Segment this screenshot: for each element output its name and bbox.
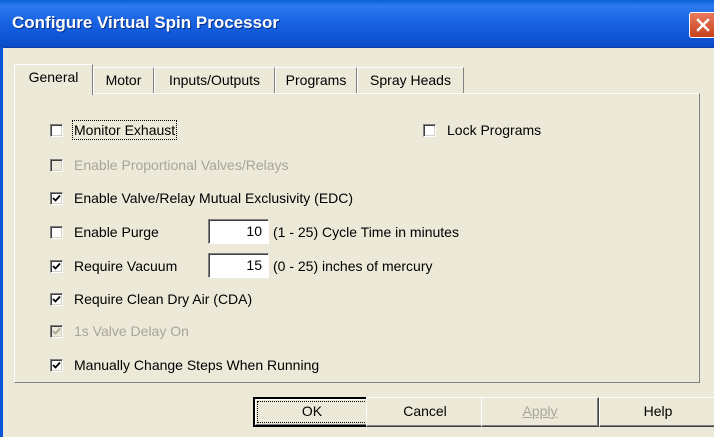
monitor-exhaust-checkbox[interactable]	[50, 123, 63, 137]
apply-button: Apply	[481, 397, 599, 427]
cancel-button[interactable]: Cancel	[366, 397, 484, 427]
lock-programs-checkbox[interactable]	[423, 123, 436, 137]
require-cda-checkbox[interactable]	[50, 292, 63, 306]
mutual-exclusivity-checkbox[interactable]	[50, 191, 63, 205]
checkmark-icon	[52, 262, 61, 270]
window-frame	[0, 47, 3, 437]
mutual-exclusivity-option[interactable]: Enable Valve/Relay Mutual Exclusivity (E…	[50, 189, 353, 207]
lock-programs-option[interactable]: Lock Programs	[423, 121, 541, 139]
mutual-exclusivity-label: Enable Valve/Relay Mutual Exclusivity (E…	[74, 190, 354, 206]
tab-programs[interactable]: Programs	[275, 67, 357, 93]
vacuum-level-hint: (0 - 25) inches of mercury	[273, 258, 433, 274]
monitor-exhaust-label: Monitor Exhaust	[71, 120, 178, 140]
tab-spray-heads[interactable]: Spray Heads	[357, 67, 464, 93]
help-button[interactable]: Help	[599, 397, 714, 427]
purge-cycle-time-hint: (1 - 25) Cycle Time in minutes	[273, 224, 459, 240]
enable-purge-checkbox[interactable]	[50, 225, 63, 239]
require-cda-label: Require Clean Dry Air (CDA)	[74, 291, 253, 307]
checkmark-icon	[52, 194, 61, 202]
ok-button[interactable]: OK	[253, 397, 371, 427]
checkmark-icon	[52, 361, 61, 369]
lock-programs-label: Lock Programs	[447, 122, 542, 138]
checkmark-icon	[52, 327, 61, 335]
close-button[interactable]	[689, 12, 714, 38]
purge-cycle-time-input[interactable]: 10	[208, 219, 269, 244]
enable-purge-option[interactable]: Enable Purge	[50, 223, 159, 241]
require-vacuum-label: Require Vacuum	[74, 258, 178, 274]
tab-general[interactable]: General	[14, 64, 93, 95]
manual-steps-checkbox[interactable]	[50, 358, 63, 372]
checkmark-icon	[52, 295, 61, 303]
window-title: Configure Virtual Spin Processor	[12, 13, 280, 32]
tab-motor[interactable]: Motor	[93, 67, 154, 93]
valve-delay-checkbox	[50, 324, 63, 338]
tab-inputs-outputs[interactable]: Inputs/Outputs	[154, 67, 275, 93]
manual-steps-label: Manually Change Steps When Running	[74, 357, 320, 373]
valve-delay-label: 1s Valve Delay On	[74, 323, 189, 339]
enable-proportional-option: Enable Proportional Valves/Relays	[50, 156, 289, 174]
valve-delay-option: 1s Valve Delay On	[50, 322, 189, 340]
require-vacuum-option[interactable]: Require Vacuum	[50, 257, 177, 275]
require-cda-option[interactable]: Require Clean Dry Air (CDA)	[50, 290, 252, 308]
require-vacuum-checkbox[interactable]	[50, 259, 63, 273]
monitor-exhaust-option[interactable]: Monitor Exhaust	[50, 120, 178, 140]
enable-proportional-checkbox	[50, 158, 63, 172]
manual-steps-option[interactable]: Manually Change Steps When Running	[50, 356, 319, 374]
title-bar: Configure Virtual Spin Processor	[0, 0, 714, 48]
close-icon	[696, 18, 710, 32]
vacuum-level-input[interactable]: 15	[208, 253, 269, 278]
enable-purge-label: Enable Purge	[74, 224, 159, 240]
enable-proportional-label: Enable Proportional Valves/Relays	[74, 157, 289, 173]
